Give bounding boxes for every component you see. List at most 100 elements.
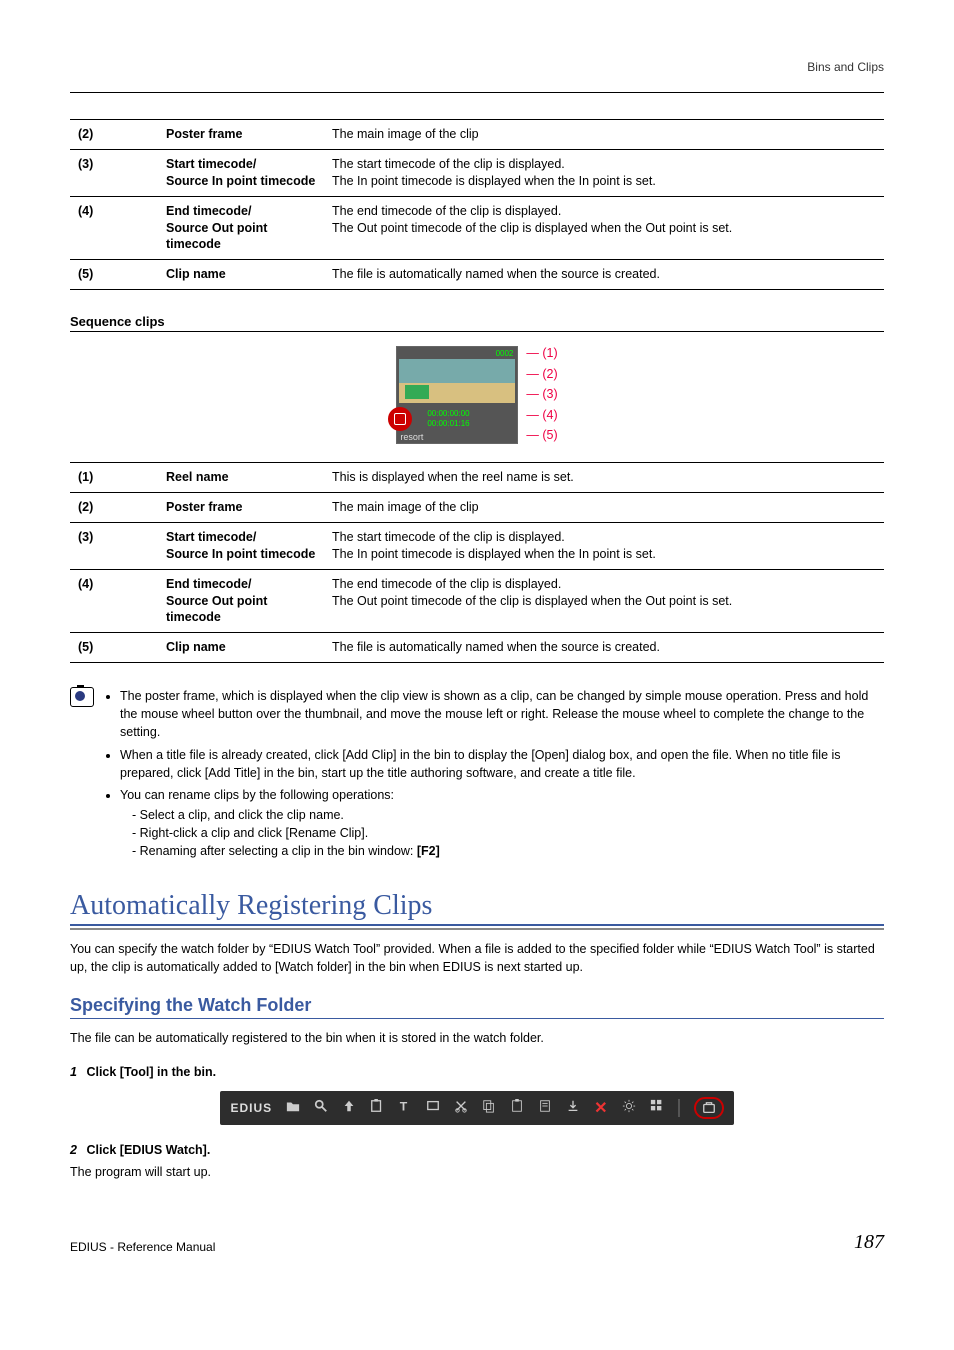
row-num: (2)	[70, 493, 158, 523]
row-num: (3)	[70, 522, 158, 569]
row-label: Clip name	[158, 633, 324, 663]
note-subitem: Select a clip, and click the clip name.	[132, 806, 884, 824]
note-subitem-text: Renaming after selecting a clip in the b…	[140, 844, 417, 858]
step-number: 2	[70, 1143, 77, 1157]
header-section-label: Bins and Clips	[70, 60, 884, 74]
row-label: Start timecode/ Source In point timecode	[158, 149, 324, 196]
callout-1: (1)	[526, 346, 557, 360]
note-bullet: You can rename clips by the following op…	[120, 786, 884, 861]
up-icon[interactable]	[342, 1099, 356, 1116]
export-icon[interactable]	[566, 1099, 580, 1116]
callout-labels: (1) (2) (3) (4) (5)	[526, 346, 557, 442]
subsection-title: Specifying the Watch Folder	[70, 995, 884, 1019]
row-label: Start timecode/ Source In point timecode	[158, 522, 324, 569]
add-title-icon[interactable]: T	[398, 1099, 412, 1116]
view-icon[interactable]	[650, 1099, 664, 1116]
note-subitem-key: [F2]	[417, 844, 440, 858]
paste-icon[interactable]	[510, 1099, 524, 1116]
toolbar-brand: EDIUS	[230, 1101, 272, 1115]
table-row: (5) Clip name The file is automatically …	[70, 260, 884, 290]
sequence-badge-icon	[388, 407, 412, 431]
table-row: (2) Poster frame The main image of the c…	[70, 120, 884, 150]
toolbar-separator	[678, 1099, 680, 1117]
table-row: (5) Clip name The file is automatically …	[70, 633, 884, 663]
callout-2: (2)	[526, 367, 557, 381]
thumb-reel-name: 0002	[496, 349, 514, 358]
table-row: (3) Start timecode/ Source In point time…	[70, 522, 884, 569]
thumbnail-diagram: 0002 00:00:00:00 00:00:01:16 resort (1) …	[70, 346, 884, 444]
row-desc: The start timecode of the clip is displa…	[324, 149, 884, 196]
table-row: (4) End timecode/ Source Out point timec…	[70, 196, 884, 260]
thumb-poster-frame	[399, 359, 515, 403]
header-rule	[70, 92, 884, 93]
step-2: 2 Click [EDIUS Watch].	[70, 1143, 884, 1157]
note-list: The poster frame, which is displayed whe…	[102, 687, 884, 864]
row-label: End timecode/ Source Out point timecode	[158, 196, 324, 260]
add-clip-icon[interactable]	[370, 1099, 384, 1116]
note-block: The poster frame, which is displayed whe…	[70, 687, 884, 864]
row-label: Reel name	[158, 463, 324, 493]
step-2-result: The program will start up.	[70, 1163, 884, 1181]
definitions-table-sequence: (1) Reel name This is displayed when the…	[70, 462, 884, 663]
row-num: (4)	[70, 196, 158, 260]
note-bullet: When a title file is already created, cl…	[120, 746, 884, 782]
footer-left: EDIUS - Reference Manual	[70, 1240, 215, 1254]
table-row: (4) End timecode/ Source Out point timec…	[70, 569, 884, 633]
row-num: (4)	[70, 569, 158, 633]
row-desc: The main image of the clip	[324, 493, 884, 523]
toolbar-screenshot: EDIUS T ✕	[70, 1091, 884, 1125]
row-label: End timecode/ Source Out point timecode	[158, 569, 324, 633]
section-title: Automatically Registering Clips	[70, 890, 884, 926]
step-number: 1	[70, 1065, 77, 1079]
definitions-table-top: (2) Poster frame The main image of the c…	[70, 119, 884, 290]
page-number: 187	[854, 1231, 884, 1254]
step-label: Click [Tool] in the bin.	[86, 1065, 216, 1079]
subsection-body: The file can be automatically registered…	[70, 1029, 884, 1047]
delete-icon[interactable]: ✕	[594, 1098, 607, 1118]
sequence-clips-heading: Sequence clips	[70, 314, 884, 332]
table-row: (3) Start timecode/ Source In point time…	[70, 149, 884, 196]
settings-icon[interactable]	[622, 1099, 636, 1116]
table-row: (2) Poster frame The main image of the c…	[70, 493, 884, 523]
folder-icon[interactable]	[286, 1099, 300, 1116]
tool-button[interactable]	[694, 1097, 724, 1119]
note-subitem: Renaming after selecting a clip in the b…	[132, 842, 884, 860]
row-desc: The end timecode of the clip is displaye…	[324, 196, 884, 260]
search-icon[interactable]	[314, 1099, 328, 1116]
step-label: Click [EDIUS Watch].	[86, 1143, 210, 1157]
clip-thumbnail: 0002 00:00:00:00 00:00:01:16 resort	[396, 346, 518, 444]
row-num: (2)	[70, 120, 158, 150]
row-desc: The start timecode of the clip is displa…	[324, 522, 884, 569]
row-label: Poster frame	[158, 493, 324, 523]
note-icon	[70, 687, 94, 707]
row-label: Poster frame	[158, 120, 324, 150]
note-subitem: Right-click a clip and click [Rename Cli…	[132, 824, 884, 842]
svg-text:T: T	[400, 1100, 408, 1114]
properties-icon[interactable]	[538, 1099, 552, 1116]
row-desc: The main image of the clip	[324, 120, 884, 150]
thumb-start-tc: 00:00:00:00	[427, 409, 469, 418]
row-label: Clip name	[158, 260, 324, 290]
bin-toolbar: EDIUS T ✕	[220, 1091, 733, 1125]
new-clip-icon[interactable]	[426, 1099, 440, 1116]
table-row: (1) Reel name This is displayed when the…	[70, 463, 884, 493]
thumb-clip-name: resort	[400, 432, 423, 442]
thumb-end-tc: 00:00:01:16	[427, 419, 469, 428]
section-underline	[70, 928, 884, 930]
row-num: (5)	[70, 260, 158, 290]
row-desc: The end timecode of the clip is displaye…	[324, 569, 884, 633]
row-desc: The file is automatically named when the…	[324, 633, 884, 663]
row-num: (1)	[70, 463, 158, 493]
row-num: (3)	[70, 149, 158, 196]
cut-icon[interactable]	[454, 1099, 468, 1116]
section-body: You can specify the watch folder by “EDI…	[70, 940, 884, 976]
page-footer: EDIUS - Reference Manual 187	[70, 1231, 884, 1254]
callout-4: (4)	[526, 408, 557, 422]
row-desc: This is displayed when the reel name is …	[324, 463, 884, 493]
note-bullet-text: You can rename clips by the following op…	[120, 788, 394, 802]
row-num: (5)	[70, 633, 158, 663]
callout-5: (5)	[526, 428, 557, 442]
row-desc: The file is automatically named when the…	[324, 260, 884, 290]
callout-3: (3)	[526, 387, 557, 401]
copy-icon[interactable]	[482, 1099, 496, 1116]
